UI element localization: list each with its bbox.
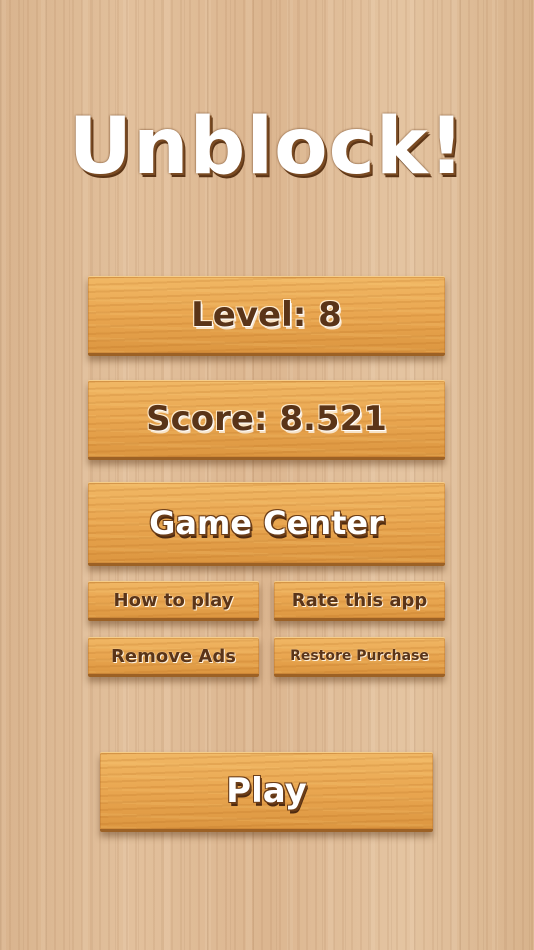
rate-app-button[interactable]: Rate this app [274,581,445,621]
how-to-play-button[interactable]: How to play [88,581,259,621]
level-display: Level: 8 [88,276,445,356]
restore-purchase-button[interactable]: Restore Purchase [274,637,445,677]
rate-app-label: Rate this app [291,589,428,611]
score-label: Score: 8.521 [146,399,387,439]
how-to-play-label: How to play [113,589,234,611]
score-display: Score: 8.521 [88,380,445,460]
level-label: Level: 8 [191,295,342,335]
remove-ads-label: Remove Ads [111,645,236,667]
restore-purchase-label: Restore Purchase [290,648,429,664]
play-button[interactable]: Play [100,752,433,832]
game-center-button[interactable]: Game Center [88,482,445,566]
remove-ads-button[interactable]: Remove Ads [88,637,259,677]
game-title: Unblock! [68,102,466,192]
game-center-label: Game Center [149,504,384,542]
play-label: Play [226,771,307,811]
